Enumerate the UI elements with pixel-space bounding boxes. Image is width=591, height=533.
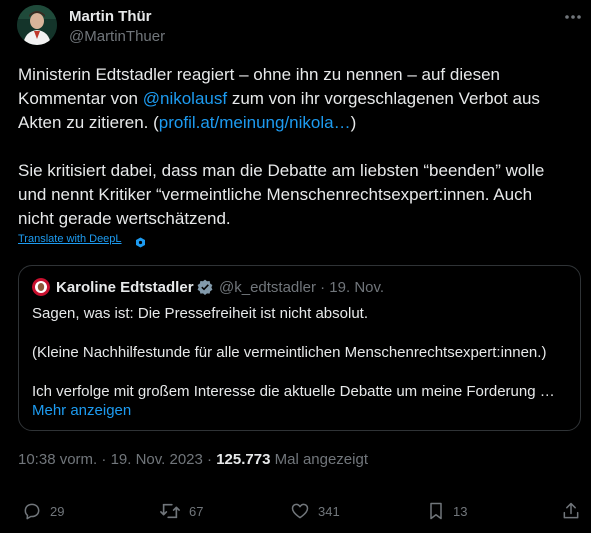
article-link[interactable]: profil.at/meinung/nikola…	[159, 113, 351, 132]
bookmark-button[interactable]: 13	[427, 500, 467, 522]
tweet-line: nicht gerade wertschätzend.	[18, 207, 578, 231]
quote-author-handle[interactable]: @k_edtstadler	[219, 279, 316, 296]
like-button[interactable]: 341	[290, 500, 340, 522]
tweet-line: Ministerin Edtstadler reagiert – ohne ih…	[18, 63, 578, 87]
quote-line: (Kleine Nachhilfestunde für alle vermein…	[32, 344, 547, 361]
more-icon[interactable]	[563, 10, 583, 24]
tweet-line: und nennt Kritiker “vermeintliche Mensch…	[18, 183, 578, 207]
views-label: Mal angezeigt	[270, 451, 368, 468]
tweet-time[interactable]: 10:38 vorm.	[18, 451, 97, 468]
repost-icon	[160, 503, 180, 519]
share-button[interactable]	[561, 500, 581, 522]
separator: ·	[320, 279, 326, 296]
separator: ·	[97, 451, 111, 468]
like-icon	[291, 503, 309, 519]
bookmark-count: 13	[453, 503, 468, 519]
tweet-date[interactable]: 19. Nov. 2023	[111, 451, 203, 468]
quote-meta: @k_edtstadler · 19. Nov.	[219, 279, 384, 296]
text-segment: nicht gerade wertschätzend.	[18, 209, 231, 228]
author-display-name[interactable]: Martin Thür	[69, 8, 152, 25]
share-icon	[563, 502, 579, 519]
quote-line: Sagen, was ist: Die Pressefreiheit ist n…	[32, 305, 368, 322]
text-segment: Kommentar von	[18, 89, 143, 108]
quote-author-name[interactable]: Karoline Edtstadler	[56, 279, 194, 296]
text-segment: Sie kritisiert dabei, dass man die Debat…	[18, 161, 545, 180]
tweet: Martin Thür @MartinThuer Ministerin Edts…	[0, 0, 591, 533]
verified-badge-icon	[197, 279, 213, 295]
text-segment: )	[350, 113, 357, 132]
tweet-line: Kommentar von @nikolausf zum von ihr vor…	[18, 87, 578, 111]
view-count: 125.773	[216, 451, 271, 468]
quoted-tweet[interactable]: Karoline Edtstadler @k_edtstadler · 19. …	[18, 265, 581, 431]
text-segment: und nennt Kritiker “vermeintliche Mensch…	[18, 185, 533, 204]
tweet-line: Akten zu zitieren. (profil.at/meinung/ni…	[18, 111, 578, 135]
quote-date[interactable]: 19. Nov.	[329, 279, 384, 296]
avatar-photo	[17, 5, 57, 45]
quote-text: Sagen, was ist: Die Pressefreiheit ist n…	[32, 304, 572, 402]
tweet-meta: 10:38 vorm. · 19. Nov. 2023 · 125.773 Ma…	[18, 451, 368, 468]
repost-button[interactable]: 67	[159, 500, 203, 522]
mention-link[interactable]: @nikolausf	[143, 89, 227, 108]
quote-author-avatar[interactable]	[32, 278, 50, 296]
reply-count: 29	[50, 503, 65, 519]
reply-icon	[24, 503, 40, 520]
translate-with-deepl-link[interactable]: Translate with DeepL	[18, 233, 122, 245]
repost-count: 67	[189, 503, 204, 519]
text-segment: zum von ihr vorgeschlagenen Verbot aus	[227, 89, 540, 108]
separator: ·	[202, 451, 217, 468]
deepl-icon	[135, 235, 146, 248]
show-more-link[interactable]: Mehr anzeigen	[32, 402, 131, 419]
bookmark-icon	[430, 502, 442, 520]
text-segment: Akten zu zitieren. (	[18, 113, 159, 132]
author-avatar[interactable]	[17, 5, 57, 45]
reply-button[interactable]: 29	[22, 500, 64, 522]
author-handle[interactable]: @MartinThuer	[69, 28, 165, 45]
text-segment: Ministerin Edtstadler reagiert – ohne ih…	[18, 65, 500, 84]
tweet-line: Sie kritisiert dabei, dass man die Debat…	[18, 159, 578, 183]
quote-line: Ich verfolge mit großem Interesse die ak…	[32, 383, 555, 400]
tweet-text: Ministerin Edtstadler reagiert – ohne ih…	[18, 63, 578, 231]
like-count: 341	[318, 503, 340, 519]
